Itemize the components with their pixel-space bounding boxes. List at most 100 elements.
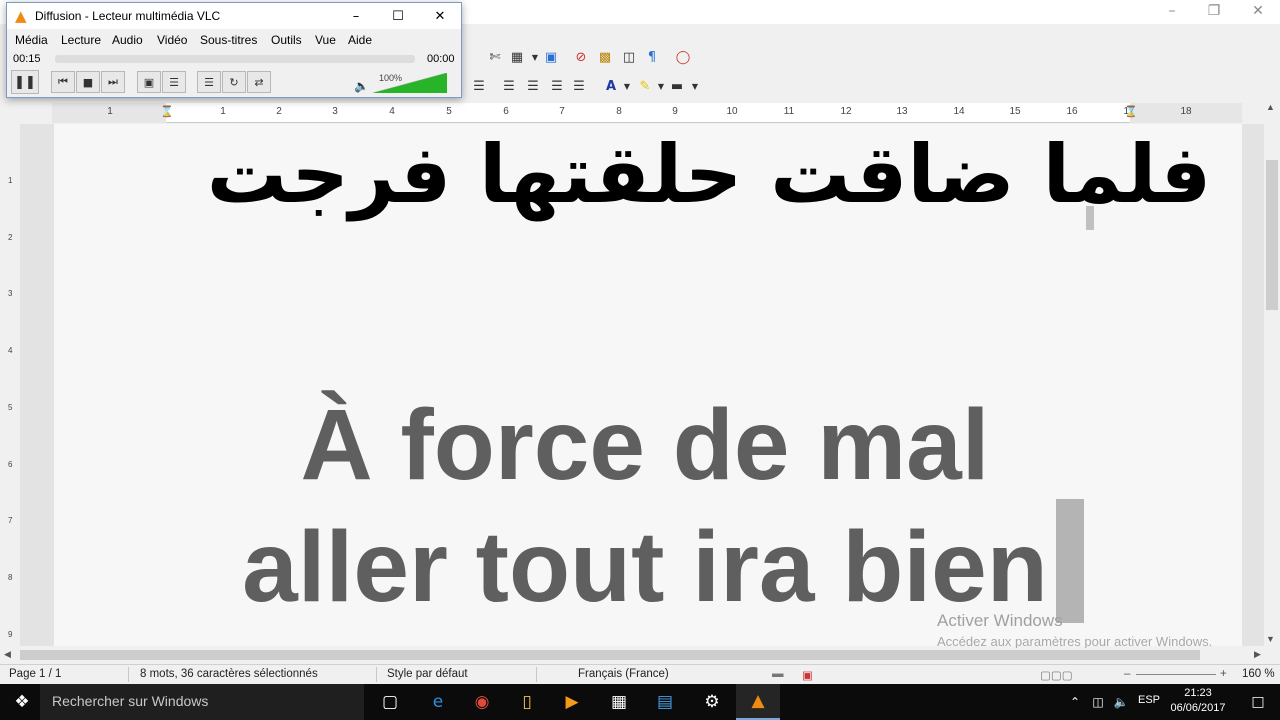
view-layout-icon[interactable]: ▢▢▢ — [1040, 668, 1073, 682]
ruler-number: 12 — [840, 106, 852, 117]
windows-start-icon[interactable]: ❖ — [0, 684, 44, 720]
file-explorer-icon[interactable]: ▯ — [505, 684, 549, 720]
vlc-menu-help[interactable]: Aide — [348, 33, 372, 47]
vlc-menu-view[interactable]: Vue — [315, 33, 336, 47]
vlc-menu-video[interactable]: Vidéo — [157, 33, 187, 47]
chevron-down-icon[interactable]: ▼ — [686, 77, 704, 95]
vlc-close-button[interactable]: ✕ — [419, 3, 461, 29]
media-player-icon[interactable]: ▶ — [550, 684, 594, 720]
status-bar: Page 1 / 1 8 mots, 36 caractères sélecti… — [0, 664, 1280, 684]
chrome-icon[interactable]: ◉ — [460, 684, 504, 720]
horizontal-ruler[interactable]: 1 1 2 3 4 5 6 7 8 9 10 11 12 13 14 15 16… — [52, 103, 1242, 123]
settings-icon[interactable]: ⚙ — [690, 684, 734, 720]
list-numbered-icon[interactable]: ☰ — [500, 77, 518, 95]
vlc-titlebar[interactable]: ▲ Diffusion - Lecteur multimédia VLC – ☐… — [7, 3, 461, 29]
indent-increase-icon[interactable]: ☰ — [570, 77, 588, 95]
zoom-in-icon[interactable]: + — [1220, 668, 1227, 680]
text-language[interactable]: Français (France) — [578, 668, 669, 680]
insert-mode-icon[interactable]: ▬ — [772, 668, 784, 680]
help-icon[interactable]: ◯ — [674, 48, 692, 66]
vruler-number: 2 — [8, 233, 13, 242]
vlc-taskbar-icon[interactable]: ▲ — [736, 684, 780, 720]
scroll-up-icon[interactable]: ▲ — [1266, 102, 1275, 112]
vlc-menu-tools[interactable]: Outils — [271, 33, 302, 47]
vlc-minimize-button[interactable]: – — [335, 3, 377, 29]
list-bulleted-icon[interactable]: ☰ — [524, 77, 542, 95]
minimize-button[interactable]: – — [1150, 0, 1194, 22]
vertical-ruler[interactable]: 1 2 3 4 5 6 7 8 9 — [4, 124, 20, 646]
word-count[interactable]: 8 mots, 36 caractères sélectionnés — [140, 668, 318, 680]
vlc-stop-button[interactable]: ■ — [76, 71, 100, 93]
vlc-pause-button[interactable]: ❚❚ — [11, 70, 39, 94]
vlc-menu-playback[interactable]: Lecture — [61, 33, 101, 47]
page-count[interactable]: Page 1 / 1 — [9, 668, 61, 680]
restore-button[interactable]: ❐ — [1192, 0, 1236, 22]
vlc-extended-settings-button[interactable]: ☰ — [162, 71, 186, 93]
arabic-heading[interactable]: فلما ضاقت حلقتها فرجت — [54, 128, 1242, 238]
network-icon[interactable]: ◫ — [1086, 684, 1110, 720]
notification-icon[interactable]: □ — [1236, 684, 1280, 720]
chevron-down-icon[interactable]: ▼ — [618, 77, 636, 95]
vlc-shuffle-button[interactable]: ⇄ — [247, 71, 271, 93]
ruler-number: 10 — [726, 106, 738, 117]
task-view-icon[interactable]: ▢ — [368, 684, 412, 720]
ruler-number: 7 — [559, 106, 565, 117]
zoom-level[interactable]: 160 % — [1242, 668, 1275, 680]
clone-format-icon[interactable]: ✄ — [486, 48, 504, 66]
ruler-number: 1 — [107, 106, 113, 117]
vlc-previous-button[interactable]: ⏮ — [51, 71, 75, 93]
volume-icon[interactable]: 🔈 — [1110, 684, 1132, 720]
no-entry-icon[interactable]: ⊘ — [572, 48, 590, 66]
page-style[interactable]: Style par défaut — [387, 668, 468, 680]
zoom-slider[interactable] — [1136, 674, 1216, 675]
justify-icon[interactable]: ☰ — [470, 77, 488, 95]
writer-icon[interactable]: ▤ — [643, 684, 687, 720]
scroll-right-icon[interactable]: ▶ — [1254, 649, 1261, 660]
document-modified-icon[interactable]: ▣ — [802, 668, 813, 682]
vlc-cone-icon: ▲ — [15, 7, 27, 25]
scroll-down-icon[interactable]: ▼ — [1266, 634, 1275, 644]
taskbar-search[interactable]: Rechercher sur Windows — [40, 684, 364, 720]
image-icon[interactable]: ▣ — [542, 48, 560, 66]
french-line-1[interactable]: À force de mal — [54, 388, 1242, 503]
selection-highlight — [1056, 499, 1084, 623]
pilcrow-icon[interactable]: ¶ — [643, 48, 661, 66]
vlc-speaker-icon[interactable]: 🔈 — [354, 79, 369, 93]
indent-marker-icon[interactable]: ⌛ — [160, 105, 174, 118]
vlc-seek-bar[interactable] — [55, 55, 415, 63]
edge-icon[interactable]: e — [416, 684, 460, 720]
clock-time: 21:23 — [1184, 687, 1212, 699]
vruler-number: 8 — [8, 573, 13, 582]
vruler-number: 5 — [8, 403, 13, 412]
vlc-menu-subtitles[interactable]: Sous-titres — [200, 33, 257, 47]
vruler-number: 1 — [8, 176, 13, 185]
ruler-number: 14 — [953, 106, 965, 117]
scroll-left-icon[interactable]: ◀ — [4, 649, 11, 660]
store-icon[interactable]: ▦ — [597, 684, 641, 720]
ruler-number: 4 — [389, 106, 395, 117]
indent-marker-icon[interactable]: ⌛ — [1124, 105, 1138, 118]
vlc-menu-audio[interactable]: Audio — [112, 33, 143, 47]
clock-date: 06/06/2017 — [1170, 702, 1226, 714]
table-icon[interactable]: ▦ — [508, 48, 526, 66]
clock[interactable]: 21:23 06/06/2017 — [1160, 686, 1236, 716]
close-button[interactable]: ✕ — [1236, 0, 1280, 22]
vlc-maximize-button[interactable]: ☐ — [377, 3, 419, 29]
status-divider — [376, 667, 377, 682]
gallery-icon[interactable]: ◫ — [620, 48, 638, 66]
ruler-number: 6 — [503, 106, 509, 117]
background-color-icon[interactable]: ▬ — [668, 77, 686, 95]
vlc-title: Diffusion - Lecteur multimédia VLC — [35, 9, 221, 23]
vertical-scroll-thumb[interactable] — [1266, 160, 1278, 310]
vruler-number: 4 — [8, 346, 13, 355]
navigator-icon[interactable]: ▩ — [596, 48, 614, 66]
vlc-loop-button[interactable]: ↻ — [222, 71, 246, 93]
vlc-playlist-button[interactable]: ☰ — [197, 71, 221, 93]
vlc-fullscreen-button[interactable]: ▣ — [137, 71, 161, 93]
indent-decrease-icon[interactable]: ☰ — [548, 77, 566, 95]
vlc-menu-media[interactable]: Média — [15, 33, 48, 47]
vlc-next-button[interactable]: ⏭ — [101, 71, 125, 93]
keyboard-language[interactable]: ESP — [1138, 694, 1160, 706]
horizontal-scroll-thumb[interactable] — [20, 650, 1200, 660]
zoom-out-icon[interactable]: – — [1124, 668, 1130, 680]
